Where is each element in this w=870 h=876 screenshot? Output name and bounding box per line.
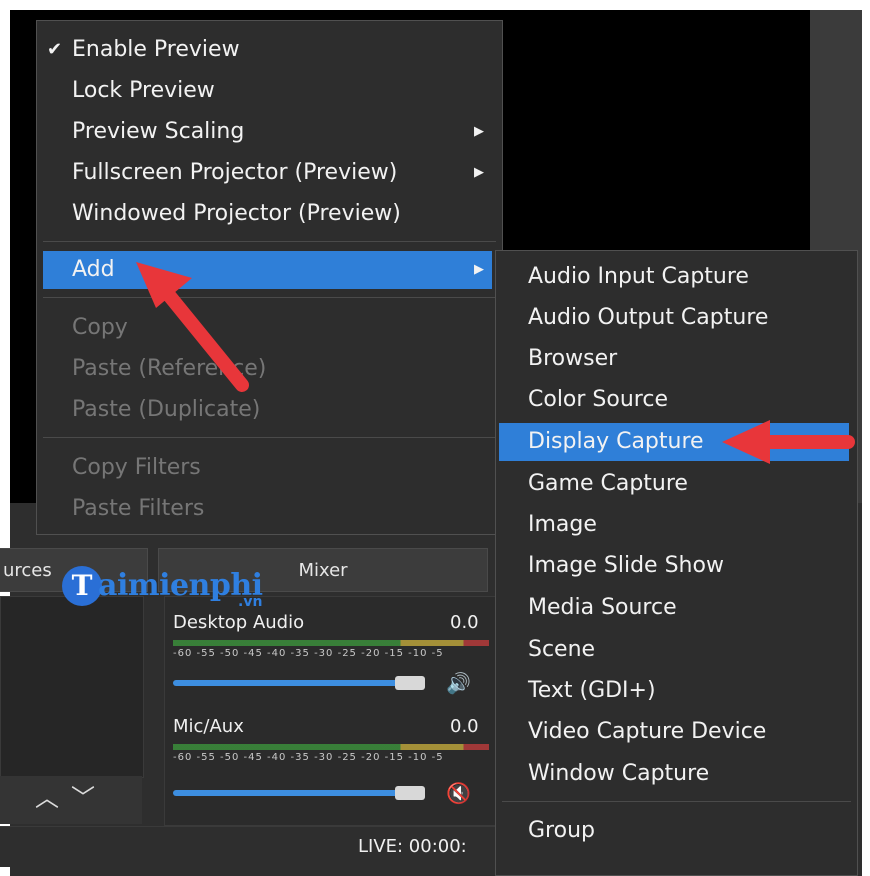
- submenu-item-audio-output-capture[interactable]: Audio Output Capture: [496, 299, 857, 337]
- menu-item-add[interactable]: Add ▶: [43, 251, 492, 289]
- menu-item-fullscreen-projector[interactable]: Fullscreen Projector (Preview) ▶: [37, 154, 502, 192]
- menu-item-paste-reference[interactable]: Paste (Reference): [37, 350, 502, 388]
- submenu-item-game-capture[interactable]: Game Capture: [496, 465, 857, 503]
- menu-item-enable-preview[interactable]: ✔ Enable Preview: [37, 31, 502, 69]
- submenu-item-scene[interactable]: Scene: [496, 631, 857, 669]
- triangle-right-icon: ▶: [474, 165, 484, 180]
- logo-mark: T: [62, 566, 102, 606]
- triangle-right-icon: ▶: [474, 124, 484, 139]
- desktop-audio-volume-slider[interactable]: [173, 680, 423, 686]
- submenu-item-video-capture-device[interactable]: Video Capture Device: [496, 713, 857, 751]
- live-timer: LIVE: 00:00:: [358, 836, 467, 857]
- menu-item-windowed-projector[interactable]: Windowed Projector (Preview): [37, 195, 502, 233]
- desktop-audio-label: Desktop Audio: [173, 612, 305, 633]
- sources-list[interactable]: [0, 596, 144, 778]
- menu-separator: [43, 241, 496, 242]
- desktop-audio-meter: [173, 640, 489, 646]
- submenu-item-image[interactable]: Image: [496, 506, 857, 544]
- submenu-item-color-source[interactable]: Color Source: [496, 381, 857, 419]
- submenu-item-media-source[interactable]: Media Source: [496, 589, 857, 627]
- mic-aux-label: Mic/Aux: [173, 716, 244, 737]
- mic-aux-db: 0.0: [450, 716, 479, 737]
- add-source-submenu: Audio Input Capture Audio Output Capture…: [495, 250, 858, 876]
- preview-context-menu: ✔ Enable Preview Lock Preview Preview Sc…: [36, 20, 503, 535]
- desktop-audio-volume-handle[interactable]: [395, 676, 425, 690]
- mic-aux-volume-slider[interactable]: [173, 790, 423, 796]
- triangle-right-icon: ▶: [474, 262, 484, 277]
- menu-item-copy-filters[interactable]: Copy Filters: [37, 449, 502, 487]
- menu-separator: [502, 801, 851, 802]
- menu-item-paste-duplicate[interactable]: Paste (Duplicate): [37, 391, 502, 429]
- menu-separator: [43, 297, 496, 298]
- desktop-audio-db: 0.0: [450, 612, 479, 633]
- speaker-muted-icon[interactable]: 🔇: [446, 782, 471, 804]
- move-up-button[interactable]: ︿: [32, 780, 62, 816]
- speaker-icon[interactable]: 🔊: [446, 672, 471, 694]
- mic-aux-volume-handle[interactable]: [395, 786, 425, 800]
- checkmark-icon: ✔: [47, 39, 63, 60]
- submenu-item-display-capture[interactable]: Display Capture: [499, 423, 849, 461]
- desktop-audio-ticks: -60 -55 -50 -45 -40 -35 -30 -25 -20 -15 …: [173, 648, 444, 659]
- menu-item-copy[interactable]: Copy: [37, 309, 502, 347]
- menu-item-preview-scaling[interactable]: Preview Scaling ▶: [37, 113, 502, 151]
- menu-item-lock-preview[interactable]: Lock Preview: [37, 72, 502, 110]
- move-down-button[interactable]: ﹀: [68, 780, 98, 816]
- submenu-item-image-slide-show[interactable]: Image Slide Show: [496, 547, 857, 585]
- mic-aux-ticks: -60 -55 -50 -45 -40 -35 -30 -25 -20 -15 …: [173, 752, 444, 763]
- submenu-item-group[interactable]: Group: [496, 812, 857, 850]
- chevron-up-icon: ︿: [35, 784, 59, 812]
- submenu-item-browser[interactable]: Browser: [496, 340, 857, 378]
- chevron-down-icon: ﹀: [71, 784, 95, 812]
- logo-domain: .vn: [238, 594, 263, 610]
- menu-separator: [43, 437, 496, 438]
- menu-item-paste-filters[interactable]: Paste Filters: [37, 490, 502, 528]
- submenu-item-text-gdi[interactable]: Text (GDI+): [496, 672, 857, 710]
- submenu-item-window-capture[interactable]: Window Capture: [496, 755, 857, 793]
- submenu-item-audio-input-capture[interactable]: Audio Input Capture: [496, 258, 857, 296]
- mic-aux-meter: [173, 744, 489, 750]
